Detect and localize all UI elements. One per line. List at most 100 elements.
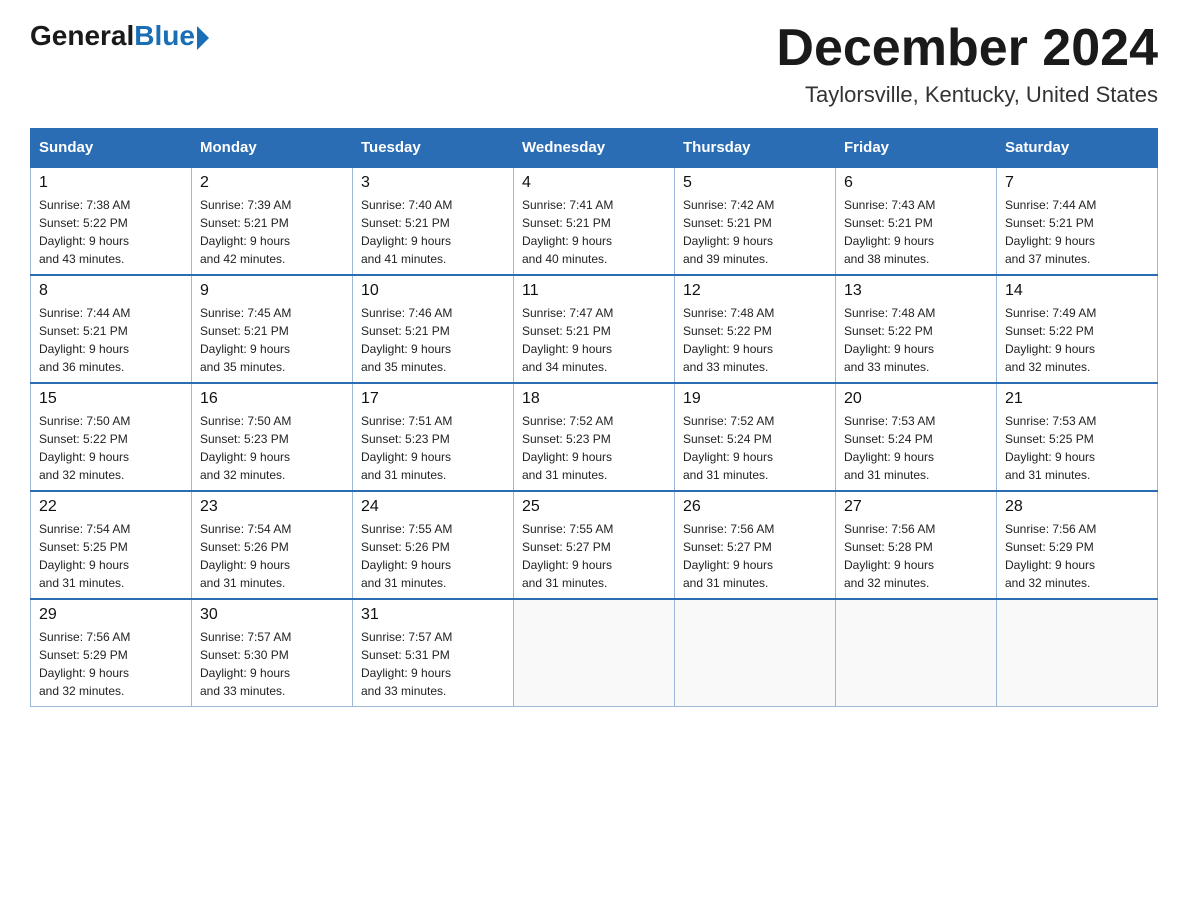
day-info: Sunrise: 7:48 AMSunset: 5:22 PMDaylight:… [683, 304, 827, 376]
calendar-cell: 1 Sunrise: 7:38 AMSunset: 5:22 PMDaylight… [31, 167, 192, 275]
calendar-cell: 20 Sunrise: 7:53 AMSunset: 5:24 PMDayligh… [836, 383, 997, 491]
day-number: 9 [200, 282, 344, 300]
day-info: Sunrise: 7:54 AMSunset: 5:26 PMDaylight:… [200, 520, 344, 592]
day-number: 26 [683, 498, 827, 516]
calendar-cell: 26 Sunrise: 7:56 AMSunset: 5:27 PMDayligh… [675, 491, 836, 599]
day-info: Sunrise: 7:46 AMSunset: 5:21 PMDaylight:… [361, 304, 505, 376]
calendar-header-row: SundayMondayTuesdayWednesdayThursdayFrid… [31, 129, 1158, 168]
month-title: December 2024 [776, 20, 1158, 77]
calendar-week-row: 8Sunrise: 7:44 AMSunset: 5:21 PMDaylight… [31, 275, 1158, 383]
day-info: Sunrise: 7:56 AMSunset: 5:29 PMDaylight:… [39, 628, 183, 700]
day-info: Sunrise: 7:50 AMSunset: 5:23 PMDaylight:… [200, 412, 344, 484]
day-number: 4 [522, 174, 666, 192]
calendar-cell [997, 599, 1158, 707]
calendar-cell: 25 Sunrise: 7:55 AMSunset: 5:27 PMDayligh… [514, 491, 675, 599]
calendar-cell: 30 Sunrise: 7:57 AMSunset: 5:30 PMDayligh… [192, 599, 353, 707]
day-info: Sunrise: 7:50 AMSunset: 5:22 PMDaylight:… [39, 412, 183, 484]
day-number: 27 [844, 498, 988, 516]
day-number: 12 [683, 282, 827, 300]
day-number: 3 [361, 174, 505, 192]
day-number: 6 [844, 174, 988, 192]
calendar-cell: 12 Sunrise: 7:48 AMSunset: 5:22 PMDayligh… [675, 275, 836, 383]
calendar-header-tuesday: Tuesday [353, 129, 514, 168]
calendar-header-thursday: Thursday [675, 129, 836, 168]
day-number: 2 [200, 174, 344, 192]
calendar-cell [514, 599, 675, 707]
calendar-header-sunday: Sunday [31, 129, 192, 168]
calendar-header-friday: Friday [836, 129, 997, 168]
logo: General Blue [30, 20, 209, 52]
calendar-cell: 15 Sunrise: 7:50 AMSunset: 5:22 PMDayligh… [31, 383, 192, 491]
day-number: 14 [1005, 282, 1149, 300]
day-info: Sunrise: 7:54 AMSunset: 5:25 PMDaylight:… [39, 520, 183, 592]
day-info: Sunrise: 7:57 AMSunset: 5:30 PMDaylight:… [200, 628, 344, 700]
day-number: 21 [1005, 390, 1149, 408]
day-number: 24 [361, 498, 505, 516]
day-number: 5 [683, 174, 827, 192]
calendar-cell: 8Sunrise: 7:44 AMSunset: 5:21 PMDaylight… [31, 275, 192, 383]
day-number: 30 [200, 606, 344, 624]
day-info: Sunrise: 7:55 AMSunset: 5:27 PMDaylight:… [522, 520, 666, 592]
calendar-cell: 16 Sunrise: 7:50 AMSunset: 5:23 PMDayligh… [192, 383, 353, 491]
calendar-cell: 14 Sunrise: 7:49 AMSunset: 5:22 PMDayligh… [997, 275, 1158, 383]
day-info: Sunrise: 7:56 AMSunset: 5:27 PMDaylight:… [683, 520, 827, 592]
day-number: 18 [522, 390, 666, 408]
calendar-cell: 29 Sunrise: 7:56 AMSunset: 5:29 PMDayligh… [31, 599, 192, 707]
day-info: Sunrise: 7:55 AMSunset: 5:26 PMDaylight:… [361, 520, 505, 592]
day-info: Sunrise: 7:56 AMSunset: 5:29 PMDaylight:… [1005, 520, 1149, 592]
calendar-cell: 11 Sunrise: 7:47 AMSunset: 5:21 PMDayligh… [514, 275, 675, 383]
day-number: 28 [1005, 498, 1149, 516]
day-info: Sunrise: 7:40 AMSunset: 5:21 PMDaylight:… [361, 196, 505, 268]
calendar-cell: 21 Sunrise: 7:53 AMSunset: 5:25 PMDayligh… [997, 383, 1158, 491]
day-number: 29 [39, 606, 183, 624]
day-info: Sunrise: 7:49 AMSunset: 5:22 PMDaylight:… [1005, 304, 1149, 376]
calendar-cell: 6Sunrise: 7:43 AMSunset: 5:21 PMDaylight… [836, 167, 997, 275]
calendar-cell: 9 Sunrise: 7:45 AMSunset: 5:21 PMDaylight… [192, 275, 353, 383]
day-number: 17 [361, 390, 505, 408]
logo-blue-part: Blue [134, 20, 209, 52]
day-info: Sunrise: 7:44 AMSunset: 5:21 PMDaylight:… [1005, 196, 1149, 268]
day-number: 16 [200, 390, 344, 408]
calendar-cell: 10Sunrise: 7:46 AMSunset: 5:21 PMDayligh… [353, 275, 514, 383]
calendar-cell: 5 Sunrise: 7:42 AMSunset: 5:21 PMDaylight… [675, 167, 836, 275]
day-info: Sunrise: 7:53 AMSunset: 5:25 PMDaylight:… [1005, 412, 1149, 484]
calendar-week-row: 29 Sunrise: 7:56 AMSunset: 5:29 PMDayligh… [31, 599, 1158, 707]
calendar-cell: 22 Sunrise: 7:54 AMSunset: 5:25 PMDayligh… [31, 491, 192, 599]
day-info: Sunrise: 7:42 AMSunset: 5:21 PMDaylight:… [683, 196, 827, 268]
day-number: 15 [39, 390, 183, 408]
day-number: 19 [683, 390, 827, 408]
day-number: 11 [522, 282, 666, 300]
day-info: Sunrise: 7:45 AMSunset: 5:21 PMDaylight:… [200, 304, 344, 376]
logo-blue-text: Blue [134, 20, 195, 52]
calendar-header-monday: Monday [192, 129, 353, 168]
day-number: 8 [39, 282, 183, 300]
calendar-cell [675, 599, 836, 707]
day-info: Sunrise: 7:38 AMSunset: 5:22 PMDaylight:… [39, 196, 183, 268]
day-info: Sunrise: 7:41 AMSunset: 5:21 PMDaylight:… [522, 196, 666, 268]
day-number: 1 [39, 174, 183, 192]
calendar-header-saturday: Saturday [997, 129, 1158, 168]
calendar-cell: 13Sunrise: 7:48 AMSunset: 5:22 PMDayligh… [836, 275, 997, 383]
title-area: December 2024 Taylorsville, Kentucky, Un… [776, 20, 1158, 108]
calendar-cell: 3 Sunrise: 7:40 AMSunset: 5:21 PMDaylight… [353, 167, 514, 275]
day-number: 23 [200, 498, 344, 516]
day-info: Sunrise: 7:52 AMSunset: 5:23 PMDaylight:… [522, 412, 666, 484]
day-info: Sunrise: 7:57 AMSunset: 5:31 PMDaylight:… [361, 628, 505, 700]
day-number: 20 [844, 390, 988, 408]
day-number: 25 [522, 498, 666, 516]
day-number: 22 [39, 498, 183, 516]
day-info: Sunrise: 7:51 AMSunset: 5:23 PMDaylight:… [361, 412, 505, 484]
calendar-week-row: 15 Sunrise: 7:50 AMSunset: 5:22 PMDayligh… [31, 383, 1158, 491]
day-number: 13 [844, 282, 988, 300]
logo-triangle-icon [197, 26, 209, 50]
day-info: Sunrise: 7:47 AMSunset: 5:21 PMDaylight:… [522, 304, 666, 376]
calendar-week-row: 1 Sunrise: 7:38 AMSunset: 5:22 PMDaylight… [31, 167, 1158, 275]
day-info: Sunrise: 7:53 AMSunset: 5:24 PMDaylight:… [844, 412, 988, 484]
calendar-cell: 2Sunrise: 7:39 AMSunset: 5:21 PMDaylight… [192, 167, 353, 275]
day-info: Sunrise: 7:56 AMSunset: 5:28 PMDaylight:… [844, 520, 988, 592]
calendar-cell: 7Sunrise: 7:44 AMSunset: 5:21 PMDaylight… [997, 167, 1158, 275]
calendar-cell [836, 599, 997, 707]
day-info: Sunrise: 7:52 AMSunset: 5:24 PMDaylight:… [683, 412, 827, 484]
day-number: 31 [361, 606, 505, 624]
calendar-header-wednesday: Wednesday [514, 129, 675, 168]
